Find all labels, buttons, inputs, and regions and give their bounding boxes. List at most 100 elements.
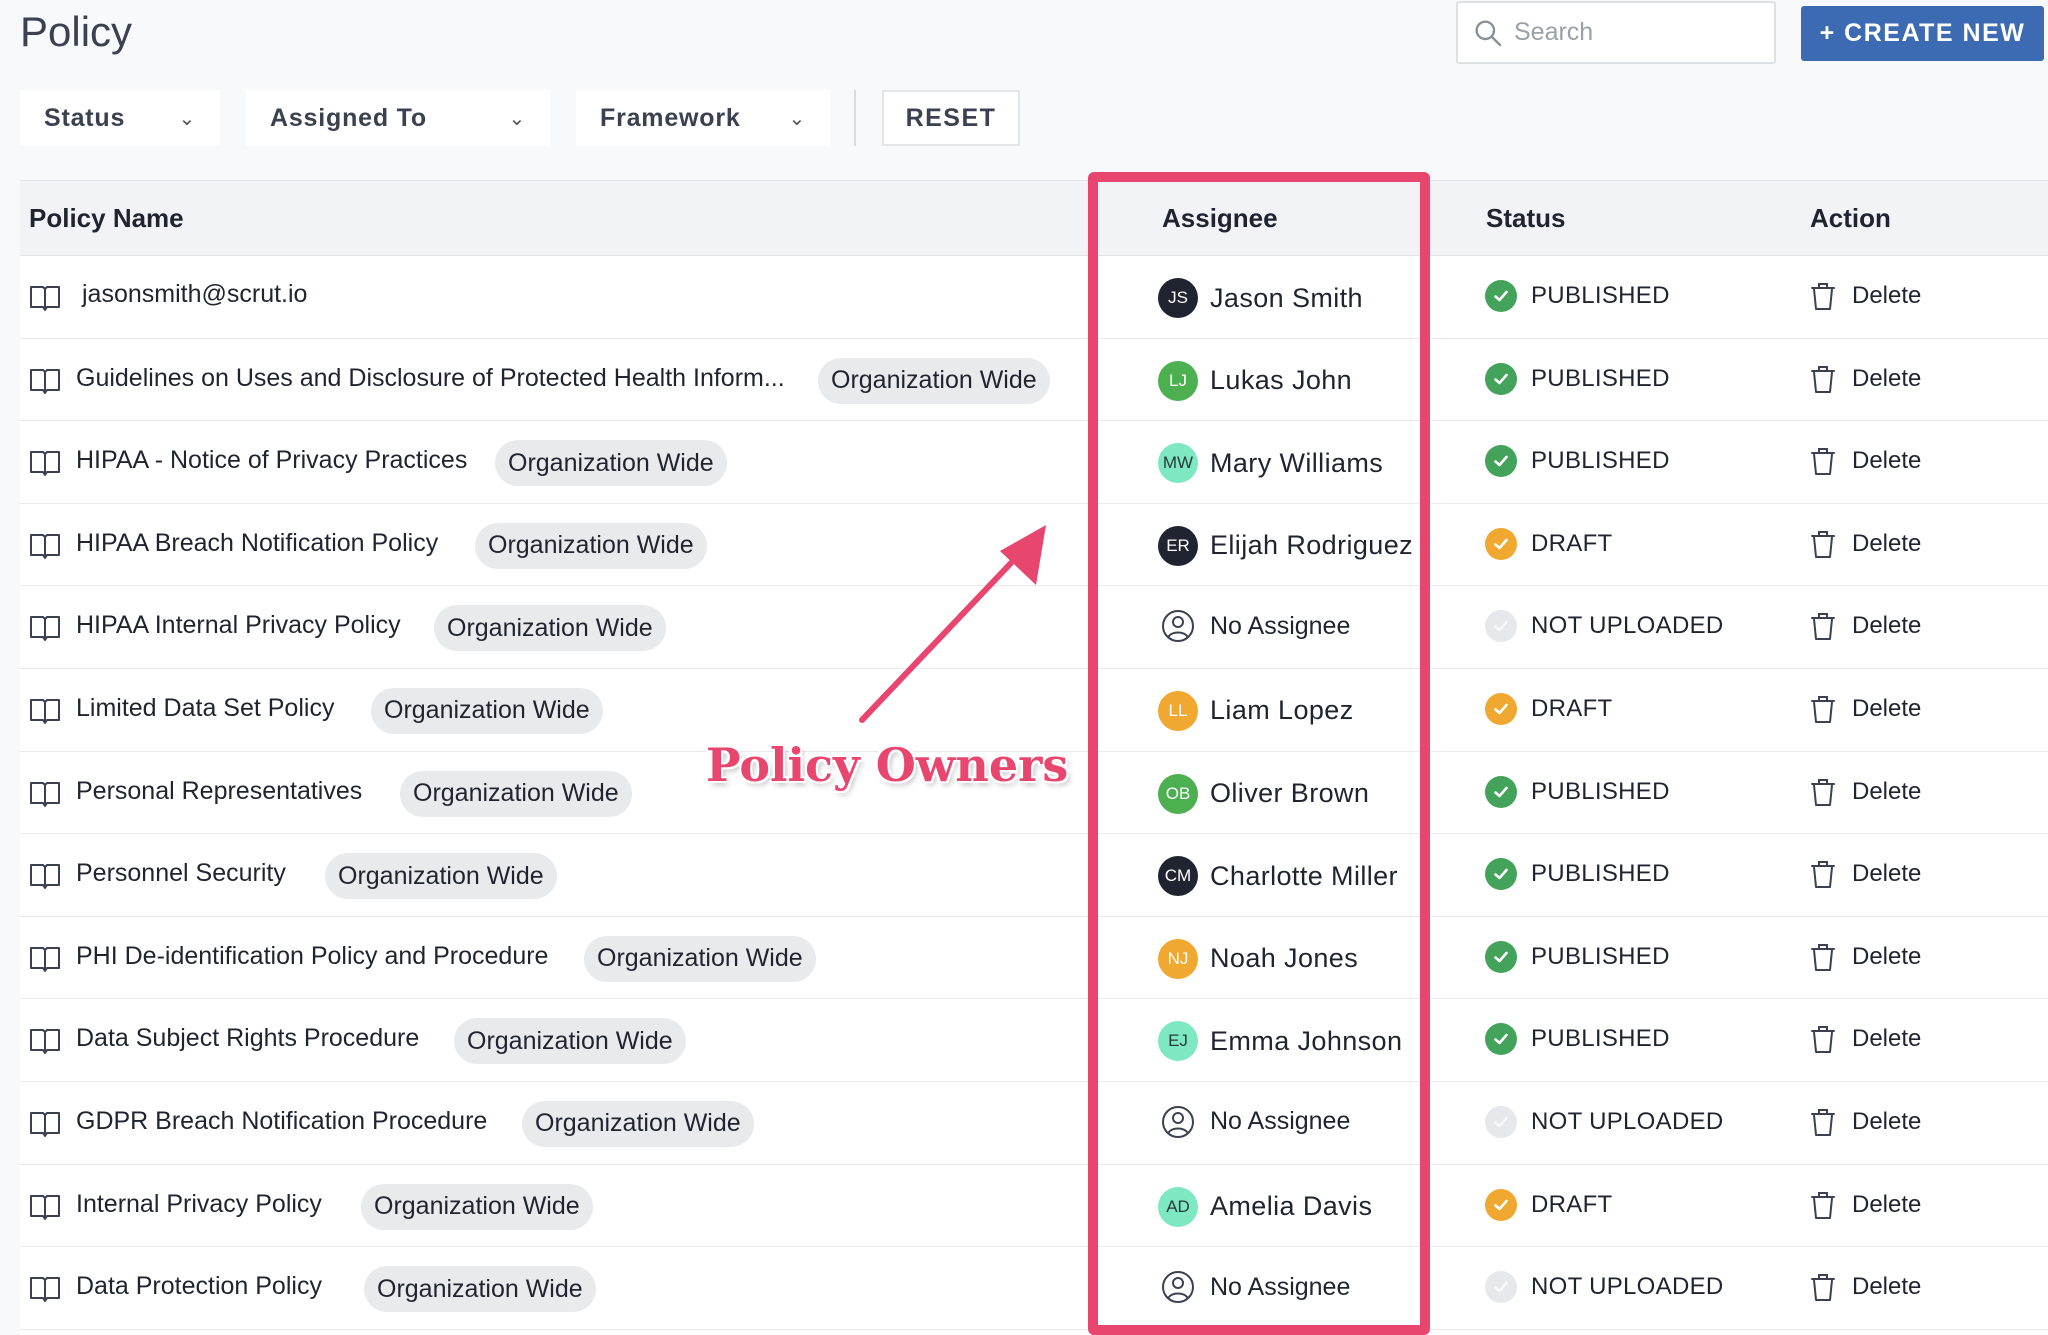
status-indicator: [1485, 692, 1517, 725]
column-header-policy-name[interactable]: Policy Name: [29, 203, 184, 234]
assigned-to-filter[interactable]: Assigned To ⌄: [246, 90, 550, 146]
policy-name[interactable]: HIPAA Breach Notification Policy: [76, 529, 438, 558]
assignee-cell[interactable]: AD Amelia Davis: [1158, 1186, 1372, 1227]
policy-name[interactable]: Limited Data Set Policy: [76, 694, 334, 723]
avatar: MW: [1158, 443, 1198, 484]
policy-name[interactable]: HIPAA Internal Privacy Policy: [76, 611, 401, 640]
avatar: AD: [1158, 1186, 1198, 1227]
table-row[interactable]: PHI De-identification Policy and Procedu…: [20, 917, 2048, 1000]
scope-tag: Organization Wide: [434, 605, 666, 652]
status-indicator: [1485, 1105, 1517, 1138]
user-circle-icon: [1162, 1105, 1194, 1138]
search-box[interactable]: [1456, 1, 1776, 64]
table-row[interactable]: Internal Privacy Policy Organization Wide…: [20, 1165, 2048, 1248]
assignee-cell[interactable]: OB Oliver Brown: [1158, 773, 1369, 814]
policy-name[interactable]: Internal Privacy Policy: [76, 1190, 322, 1219]
assignee-cell[interactable]: NJ Noah Jones: [1158, 938, 1358, 979]
policy-owners-callout: Policy Owners: [706, 738, 1069, 792]
assignee-cell[interactable]: MW Mary Williams: [1158, 443, 1383, 484]
delete-button[interactable]: Delete: [1810, 859, 1921, 889]
scope-tag: Organization Wide: [400, 770, 632, 817]
policy-name[interactable]: Guidelines on Uses and Disclosure of Pro…: [76, 364, 785, 393]
table-row[interactable]: Personnel Security Organization Wide CM Cha…: [20, 834, 2048, 917]
delete-label: Delete: [1852, 447, 1922, 475]
create-new-button[interactable]: + CREATE NEW: [1801, 6, 2044, 61]
status-cell: PUBLISHED: [1485, 445, 1670, 478]
check-icon: [1494, 703, 1508, 715]
status-filter-label: Status: [44, 103, 126, 132]
check-icon: [1494, 290, 1508, 302]
column-header-assignee[interactable]: Assignee: [1162, 203, 1278, 234]
table-row[interactable]: Data Subject Rights Procedure Organizatio…: [20, 999, 2048, 1082]
delete-button[interactable]: Delete: [1810, 1190, 1921, 1220]
assignee-cell[interactable]: LJ Lukas John: [1158, 360, 1352, 401]
status-filter[interactable]: Status ⌄: [20, 90, 220, 146]
trash-icon: [1811, 365, 1835, 393]
assignee-cell[interactable]: LL Liam Lopez: [1158, 690, 1354, 731]
trash-icon: [1811, 1108, 1835, 1136]
table-row[interactable]: Data Protection Policy Organization Wide N…: [20, 1247, 2048, 1330]
column-header-status[interactable]: Status: [1486, 203, 1565, 234]
policy-name[interactable]: PHI De-identification Policy and Procedu…: [76, 942, 548, 971]
status-cell: DRAFT: [1485, 1188, 1613, 1221]
delete-label: Delete: [1852, 942, 1922, 970]
table-row[interactable]: HIPAA - Notice of Privacy Practices Organ…: [20, 421, 2048, 504]
trash-icon: [1811, 530, 1835, 558]
status-cell: PUBLISHED: [1485, 775, 1670, 808]
status-indicator: [1485, 1023, 1517, 1056]
table-row[interactable]: GDPR Breach Notification Procedure Organi…: [20, 1082, 2048, 1165]
delete-button[interactable]: Delete: [1810, 611, 1921, 641]
book-icon: [30, 1029, 60, 1055]
assignee-cell[interactable]: ER Elijah Rodriguez: [1158, 525, 1413, 566]
policy-name[interactable]: jasonsmith@scrut.io: [82, 280, 307, 309]
assignee-cell[interactable]: CM Charlotte Miller: [1158, 856, 1398, 897]
delete-label: Delete: [1852, 612, 1922, 640]
check-icon: [1494, 868, 1508, 880]
policy-name[interactable]: Data Protection Policy: [76, 1272, 322, 1301]
delete-button[interactable]: Delete: [1810, 1272, 1921, 1302]
assignee-name: Liam Lopez: [1210, 695, 1354, 726]
assignee-cell[interactable]: No Assignee: [1158, 608, 1350, 644]
delete-button[interactable]: Delete: [1810, 777, 1921, 807]
book-icon: [30, 286, 60, 311]
filter-divider: [854, 90, 856, 146]
delete-label: Delete: [1852, 1107, 1922, 1135]
search-icon: [1475, 19, 1502, 46]
avatar: LJ: [1158, 360, 1198, 401]
avatar: JS: [1158, 278, 1198, 318]
check-icon: [1494, 951, 1508, 963]
assignee-cell[interactable]: JS Jason Smith: [1158, 278, 1363, 318]
policy-name[interactable]: GDPR Breach Notification Procedure: [76, 1107, 487, 1136]
reset-button[interactable]: RESET: [882, 90, 1020, 146]
status-badge: NOT UPLOADED: [1531, 1107, 1724, 1135]
framework-filter-label: Framework: [600, 103, 741, 132]
delete-button[interactable]: Delete: [1810, 942, 1921, 972]
status-cell: DRAFT: [1485, 527, 1613, 560]
delete-button[interactable]: Delete: [1810, 364, 1921, 394]
delete-button[interactable]: Delete: [1810, 446, 1921, 476]
assignee-cell[interactable]: EJ Emma Johnson: [1158, 1021, 1402, 1062]
delete-button[interactable]: Delete: [1810, 1024, 1921, 1054]
table-row[interactable]: jasonsmith@scrut.io JS Jason Smith PUBLISHE…: [20, 256, 2048, 339]
book-icon: [30, 368, 60, 394]
delete-button[interactable]: Delete: [1810, 281, 1921, 311]
status-indicator: [1485, 445, 1517, 478]
policy-name[interactable]: Personal Representatives: [76, 777, 362, 806]
table-row[interactable]: HIPAA Internal Privacy Policy Organizatio…: [20, 586, 2048, 669]
policy-name[interactable]: Data Subject Rights Procedure: [76, 1024, 419, 1053]
assignee-cell[interactable]: No Assignee: [1158, 1104, 1350, 1140]
status-badge: DRAFT: [1531, 1190, 1613, 1218]
table-row[interactable]: Guidelines on Uses and Disclosure of Pro…: [20, 339, 2048, 422]
table-row[interactable]: HIPAA Breach Notification Policy Organiza…: [20, 504, 2048, 587]
search-input[interactable]: [1514, 18, 1754, 47]
framework-filter[interactable]: Framework ⌄: [576, 90, 830, 146]
trash-icon: [1811, 1191, 1835, 1219]
status-badge: DRAFT: [1531, 529, 1613, 557]
assignee-cell[interactable]: No Assignee: [1158, 1269, 1350, 1305]
delete-button[interactable]: Delete: [1810, 529, 1921, 559]
policy-name[interactable]: HIPAA - Notice of Privacy Practices: [76, 446, 467, 475]
delete-button[interactable]: Delete: [1810, 694, 1921, 724]
check-icon: [1494, 621, 1508, 632]
policy-name[interactable]: Personnel Security: [76, 859, 286, 888]
delete-button[interactable]: Delete: [1810, 1107, 1921, 1137]
